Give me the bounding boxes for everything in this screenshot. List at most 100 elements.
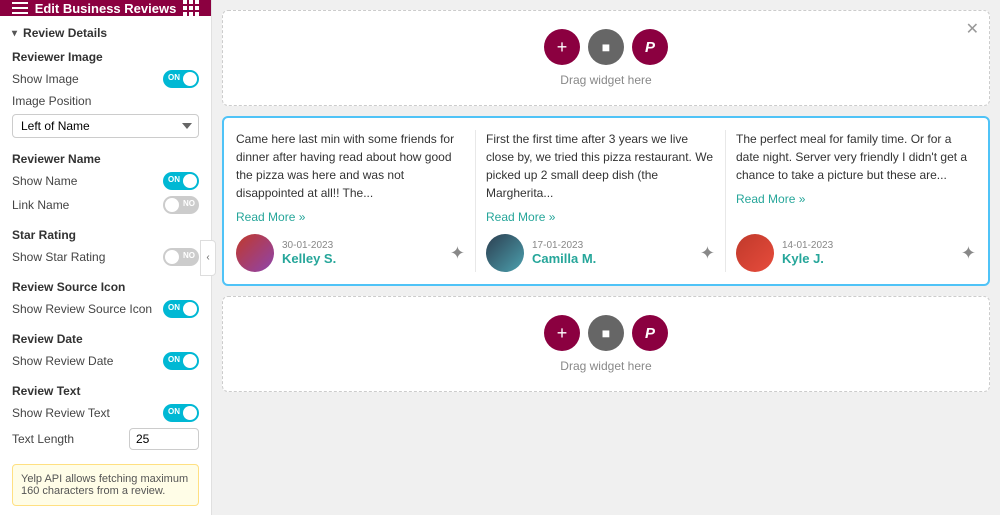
review-text-label: Review Text (12, 384, 199, 398)
show-date-toggle[interactable]: ON (163, 352, 199, 370)
bottom-square-icon: ■ (602, 325, 610, 341)
show-image-toggle[interactable]: ON (163, 70, 199, 88)
add-widget-button[interactable]: + (544, 29, 580, 65)
show-star-row: Show Star Rating NO (12, 248, 199, 266)
reviewer-image-label: Reviewer Image (12, 50, 199, 64)
star-rating-label: Star Rating (12, 228, 199, 242)
read-more-1[interactable]: Read More » (236, 210, 465, 224)
reviewer-details-3: 14-01-2023 Kyle J. (782, 240, 833, 266)
section-arrow: ▾ (12, 28, 17, 39)
show-name-track: ON (163, 172, 199, 190)
bottom-p-widget-button[interactable]: P (632, 315, 668, 351)
review-card-3: The perfect meal for family time. Or for… (736, 130, 976, 272)
reviewer-avatar-2 (486, 234, 524, 272)
show-name-toggle[interactable]: ON (163, 172, 199, 190)
bottom-add-icon: + (557, 323, 568, 344)
bottom-drag-label: Drag widget here (560, 359, 651, 373)
top-drag-label: Drag widget here (560, 73, 651, 87)
link-name-toggle[interactable]: NO (163, 196, 199, 214)
show-star-track: NO (163, 248, 199, 266)
reviewer-name-1: Kelley S. (282, 251, 336, 266)
review-card-2: First the first time after 3 years we li… (486, 130, 726, 272)
text-length-label: Text Length (12, 432, 74, 446)
reviewer-date-2: 17-01-2023 (532, 240, 596, 251)
p-widget-button[interactable]: P (632, 29, 668, 65)
bottom-add-widget-button[interactable]: + (544, 315, 580, 351)
hamburger-menu[interactable] (12, 2, 28, 14)
link-name-row: Link Name NO (12, 196, 199, 214)
show-date-track: ON (163, 352, 199, 370)
review-date-label: Review Date (12, 332, 199, 346)
image-position-row: Image Position (12, 94, 199, 108)
sidebar-content: ▾ Review Details Reviewer Image Show Ima… (0, 16, 211, 515)
review-text-2: First the first time after 3 years we li… (486, 130, 715, 202)
show-text-toggle[interactable]: ON (163, 404, 199, 422)
reviewer-details-1: 30-01-2023 Kelley S. (282, 240, 336, 266)
apps-icon[interactable] (183, 0, 199, 16)
review-text-3: The perfect meal for family time. Or for… (736, 130, 976, 184)
review-source-label: Review Source Icon (12, 280, 199, 294)
bottom-widget-icons: + ■ P (544, 315, 668, 351)
text-length-input[interactable] (129, 428, 199, 450)
show-icon-row: Show Review Source Icon ON (12, 300, 199, 318)
show-date-row: Show Review Date ON (12, 352, 199, 370)
reviewer-name-label: Reviewer Name (12, 152, 199, 166)
square-icon: ■ (602, 39, 610, 55)
section-review-details: ▾ Review Details (12, 26, 199, 40)
reviewer-name-group: Reviewer Name Show Name ON Link Name NO (12, 152, 199, 214)
bottom-drop-zone: + ■ P Drag widget here (222, 296, 990, 392)
reviews-area: Came here last min with some friends for… (222, 116, 990, 286)
image-position-select[interactable]: Left of Name Right of Name Above Name (12, 114, 199, 138)
show-image-row: Show Image ON (12, 70, 199, 88)
main-content: ✕ + ■ P Drag widget here Came here last … (212, 0, 1000, 515)
add-icon: + (557, 37, 568, 58)
sidebar: Edit Business Reviews ▾ Review Details R… (0, 0, 212, 515)
bottom-p-icon: P (645, 325, 655, 342)
review-card-1: Came here last min with some friends for… (236, 130, 476, 272)
warning-text: Yelp API allows fetching maximum 160 cha… (21, 473, 188, 497)
reviewer-date-1: 30-01-2023 (282, 240, 336, 251)
show-text-label: Show Review Text (12, 406, 110, 420)
top-drop-zone: ✕ + ■ P Drag widget here (222, 10, 990, 106)
reviewer-avatar-3 (736, 234, 774, 272)
reviewer-date-3: 14-01-2023 (782, 240, 833, 251)
show-icon-label: Show Review Source Icon (12, 302, 152, 316)
star-rating-group: Star Rating Show Star Rating NO (12, 228, 199, 266)
square-widget-button[interactable]: ■ (588, 29, 624, 65)
show-text-track: ON (163, 404, 199, 422)
sidebar-title: Edit Business Reviews (28, 1, 183, 16)
show-name-row: Show Name ON (12, 172, 199, 190)
yelp-icon-1: ✦ (450, 243, 465, 264)
show-name-label: Show Name (12, 174, 77, 188)
review-date-group: Review Date Show Review Date ON (12, 332, 199, 370)
link-name-track: NO (163, 196, 199, 214)
p-icon: P (645, 39, 655, 56)
top-widget-icons: + ■ P (544, 29, 668, 65)
bottom-square-widget-button[interactable]: ■ (588, 315, 624, 351)
read-more-2[interactable]: Read More » (486, 210, 715, 224)
show-star-toggle[interactable]: NO (163, 248, 199, 266)
top-close-button[interactable]: ✕ (966, 19, 979, 39)
show-star-label: Show Star Rating (12, 250, 105, 264)
review-source-group: Review Source Icon Show Review Source Ic… (12, 280, 199, 318)
review-text-1: Came here last min with some friends for… (236, 130, 465, 202)
show-icon-toggle[interactable]: ON (163, 300, 199, 318)
show-icon-track: ON (163, 300, 199, 318)
text-length-row: Text Length (12, 428, 199, 450)
show-date-label: Show Review Date (12, 354, 113, 368)
reviewer-name-2: Camilla M. (532, 251, 596, 266)
show-text-row: Show Review Text ON (12, 404, 199, 422)
reviewer-image-group: Reviewer Image Show Image ON Image Posit… (12, 50, 199, 138)
reviewer-details-2: 17-01-2023 Camilla M. (532, 240, 596, 266)
read-more-3[interactable]: Read More » (736, 192, 976, 206)
sidebar-header: Edit Business Reviews (0, 0, 211, 16)
show-image-label: Show Image (12, 72, 79, 86)
section-title-label: Review Details (23, 26, 107, 40)
reviewer-info-2: 17-01-2023 Camilla M. ✦ (486, 234, 715, 272)
reviewer-name-3: Kyle J. (782, 251, 833, 266)
yelp-icon-2: ✦ (700, 243, 715, 264)
sidebar-collapse-button[interactable]: ‹ (200, 240, 216, 276)
reviewer-info-3: 14-01-2023 Kyle J. ✦ (736, 234, 976, 272)
image-position-label: Image Position (12, 94, 91, 108)
yelp-icon-3: ✦ (961, 243, 976, 264)
